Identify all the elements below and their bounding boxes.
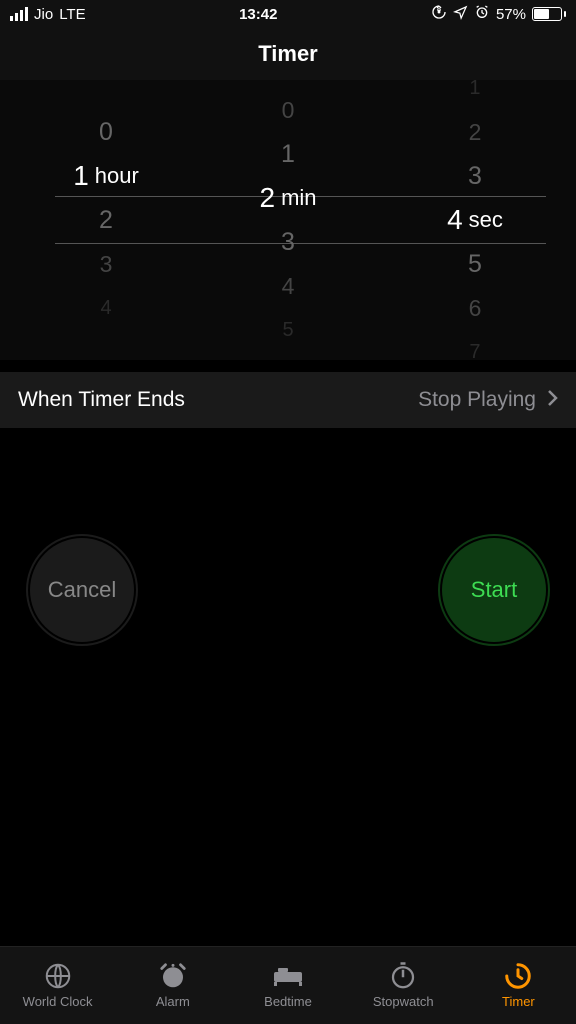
carrier-label: Jio (34, 6, 53, 23)
tab-bar: World Clock Alarm Bedtime Stopwatch Time… (0, 946, 576, 1024)
picker-option[interactable]: 3 (259, 220, 316, 264)
alarm-icon (474, 4, 490, 24)
picker-option[interactable]: 6 (447, 286, 513, 330)
chevron-right-icon (546, 387, 558, 413)
status-time: 13:42 (239, 6, 277, 23)
when-timer-ends-value: Stop Playing (418, 387, 558, 413)
picker-option[interactable]: 2 (53, 198, 139, 242)
tab-stopwatch[interactable]: Stopwatch (346, 947, 461, 1024)
tab-world-clock[interactable]: World Clock (0, 947, 115, 1024)
tab-bedtime[interactable]: Bedtime (230, 947, 345, 1024)
battery-pct: 57% (496, 6, 526, 23)
start-button[interactable]: Start (442, 538, 546, 642)
battery-icon (532, 7, 566, 21)
picker-option[interactable]: 2 (447, 110, 513, 154)
when-timer-ends-row[interactable]: When Timer Ends Stop Playing (0, 372, 576, 428)
tab-label: Stopwatch (373, 994, 434, 1009)
status-left: Jio LTE (10, 6, 86, 23)
picker-option[interactable]: 7 (447, 330, 513, 374)
picker-option[interactable]: 1 (259, 132, 316, 176)
picker-col-seconds[interactable]: 1 2 3 4sec 5 6 7 (384, 80, 576, 360)
alarm-clock-icon (157, 962, 189, 990)
network-label: LTE (59, 6, 85, 23)
picker-selected-hours[interactable]: 1hour (53, 154, 139, 198)
picker-option[interactable]: 3 (53, 242, 139, 286)
tab-timer[interactable]: Timer (461, 947, 576, 1024)
when-timer-ends-label: When Timer Ends (18, 388, 185, 412)
tab-label: Alarm (156, 994, 190, 1009)
picker-selected-seconds[interactable]: 4sec (447, 198, 513, 242)
tab-label: World Clock (23, 994, 93, 1009)
picker-col-minutes[interactable]: 0 1 2min 3 4 5 (192, 80, 384, 360)
bed-icon (272, 962, 304, 990)
timer-icon (502, 962, 534, 990)
location-icon (453, 5, 468, 24)
stopwatch-icon (387, 962, 419, 990)
globe-icon (42, 962, 74, 990)
picker-option[interactable]: 3 (447, 154, 513, 198)
action-buttons: Cancel Start (0, 538, 576, 642)
tab-label: Bedtime (264, 994, 312, 1009)
duration-picker[interactable]: 0 1hour 2 3 4 0 1 2min 3 4 5 1 2 3 4sec (0, 80, 576, 360)
signal-icon (10, 7, 28, 21)
tab-alarm[interactable]: Alarm (115, 947, 230, 1024)
picker-option[interactable]: 5 (447, 242, 513, 286)
picker-option[interactable]: 0 (259, 88, 316, 132)
picker-option[interactable]: 4 (53, 286, 139, 330)
picker-option[interactable]: 0 (53, 110, 139, 154)
status-right: 57% (431, 4, 566, 24)
picker-option[interactable]: 1 (447, 66, 513, 110)
picker-option[interactable]: 5 (259, 308, 316, 352)
cancel-button[interactable]: Cancel (30, 538, 134, 642)
tab-label: Timer (502, 994, 535, 1009)
orientation-lock-icon (431, 4, 447, 24)
picker-option[interactable]: 4 (259, 264, 316, 308)
status-bar: Jio LTE 13:42 57% (0, 0, 576, 28)
picker-col-hours[interactable]: 0 1hour 2 3 4 (0, 80, 192, 360)
picker-selected-minutes[interactable]: 2min (259, 176, 316, 220)
